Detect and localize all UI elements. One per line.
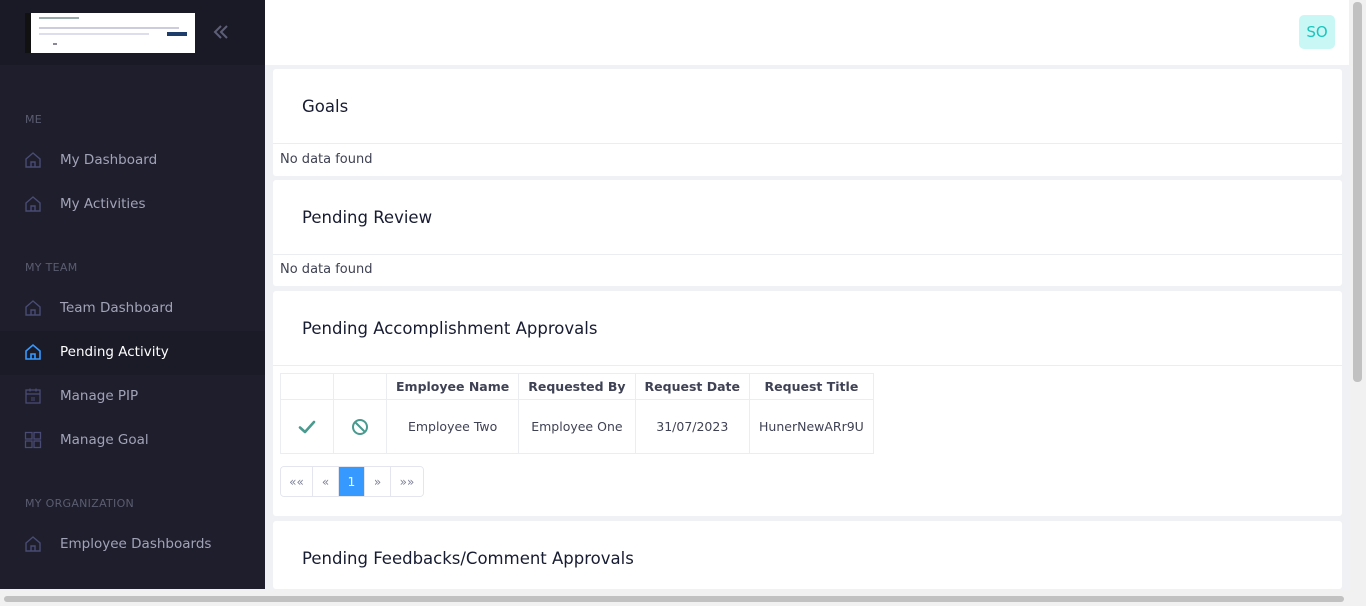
column-header-reject: [333, 373, 387, 400]
goals-card: Goals No data found: [273, 69, 1342, 176]
horizontal-scrollbar[interactable]: [0, 589, 1366, 606]
home-icon: [25, 300, 41, 316]
grid-icon: [24, 431, 42, 449]
sidebar-item-label: Pending Activity: [60, 344, 169, 360]
no-data-text: No data found: [280, 262, 373, 277]
cell-requested-by: Employee One: [518, 399, 636, 454]
logo[interactable]: [25, 13, 195, 53]
calendar-icon: [25, 388, 41, 404]
sidebar-item-label: Manage Goal: [60, 432, 149, 448]
column-header-request-date[interactable]: Request Date: [634, 373, 751, 400]
top-header: SO: [265, 0, 1349, 65]
column-header-employee-name[interactable]: Employee Name: [385, 373, 520, 400]
column-header-requested-by[interactable]: Requested By: [518, 373, 636, 400]
home-icon: [25, 343, 41, 360]
home-icon: [25, 536, 41, 552]
accomplishment-approvals-card: Pending Accomplishment Approvals Employe…: [273, 291, 1342, 516]
section-my-team: MY TEAM: [25, 261, 78, 274]
reject-cell: [333, 399, 387, 454]
check-icon[interactable]: [298, 419, 316, 435]
table-header-row: Employee Name Requested By Request Date …: [280, 373, 874, 400]
sidebar-item-label: Team Dashboard: [60, 300, 174, 316]
prev-page-button[interactable]: «: [313, 467, 339, 496]
card-title-accomplishment: Pending Accomplishment Approvals: [302, 319, 598, 338]
vertical-scrollbar[interactable]: [1349, 0, 1366, 589]
home-icon: [25, 152, 41, 168]
collapse-sidebar-icon[interactable]: [211, 22, 231, 42]
sidebar-item-manage-pip[interactable]: Manage PIP: [0, 375, 265, 419]
section-me: ME: [25, 113, 43, 126]
cell-request-date: 31/07/2023: [634, 399, 751, 454]
first-page-button[interactable]: ««: [281, 467, 313, 496]
sidebar-item-label: Manage PIP: [60, 388, 139, 404]
sidebar-item-team-dashboard[interactable]: Team Dashboard: [0, 287, 265, 331]
last-page-button[interactable]: »»: [391, 467, 423, 496]
pagination: «« « 1 » »»: [280, 466, 424, 497]
brand-bar: [0, 0, 265, 65]
sidebar-item-my-activities[interactable]: My Activities: [0, 183, 265, 227]
sidebar-item-pending-activity[interactable]: Pending Activity: [0, 331, 265, 375]
sidebar-item-label: My Dashboard: [60, 152, 158, 168]
card-title-pending-review: Pending Review: [302, 208, 433, 227]
sidebar: ME My Dashboard My Activities MY TEAM Te…: [0, 0, 265, 589]
home-icon: [25, 196, 41, 212]
page-1-button[interactable]: 1: [339, 467, 365, 496]
sidebar-item-label: My Activities: [60, 196, 146, 212]
card-header: Goals: [273, 69, 1342, 144]
sidebar-item-manage-goal[interactable]: Manage Goal: [0, 419, 265, 463]
card-title-goals: Goals: [302, 97, 349, 116]
approvals-table: Employee Name Requested By Request Date …: [280, 373, 874, 454]
sidebar-item-employee-dashboards[interactable]: Employee Dashboards: [0, 523, 265, 567]
next-page-button[interactable]: »: [365, 467, 391, 496]
pending-review-card: Pending Review No data found: [273, 180, 1342, 286]
feedback-approvals-card: Pending Feedbacks/Comment Approvals: [273, 521, 1342, 589]
approve-cell: [280, 399, 334, 454]
sidebar-item-my-dashboard[interactable]: My Dashboard: [0, 139, 265, 183]
ban-icon[interactable]: [351, 418, 369, 436]
avatar[interactable]: SO: [1299, 15, 1335, 49]
sidebar-item-label: Employee Dashboards: [60, 536, 212, 552]
section-my-organization: MY ORGANIZATION: [25, 497, 135, 510]
card-header: Pending Accomplishment Approvals: [273, 291, 1342, 366]
card-header: Pending Review: [273, 180, 1342, 255]
no-data-text: No data found: [280, 152, 373, 167]
cell-employee-name: Employee Two: [385, 399, 520, 454]
card-title-feedback: Pending Feedbacks/Comment Approvals: [302, 549, 634, 568]
column-header-approve: [280, 373, 334, 400]
table-row: Employee Two Employee One 31/07/2023 Hun…: [280, 399, 874, 454]
cell-request-title: HunerNewARr9U: [749, 399, 874, 454]
column-header-request-title[interactable]: Request Title: [749, 373, 874, 400]
